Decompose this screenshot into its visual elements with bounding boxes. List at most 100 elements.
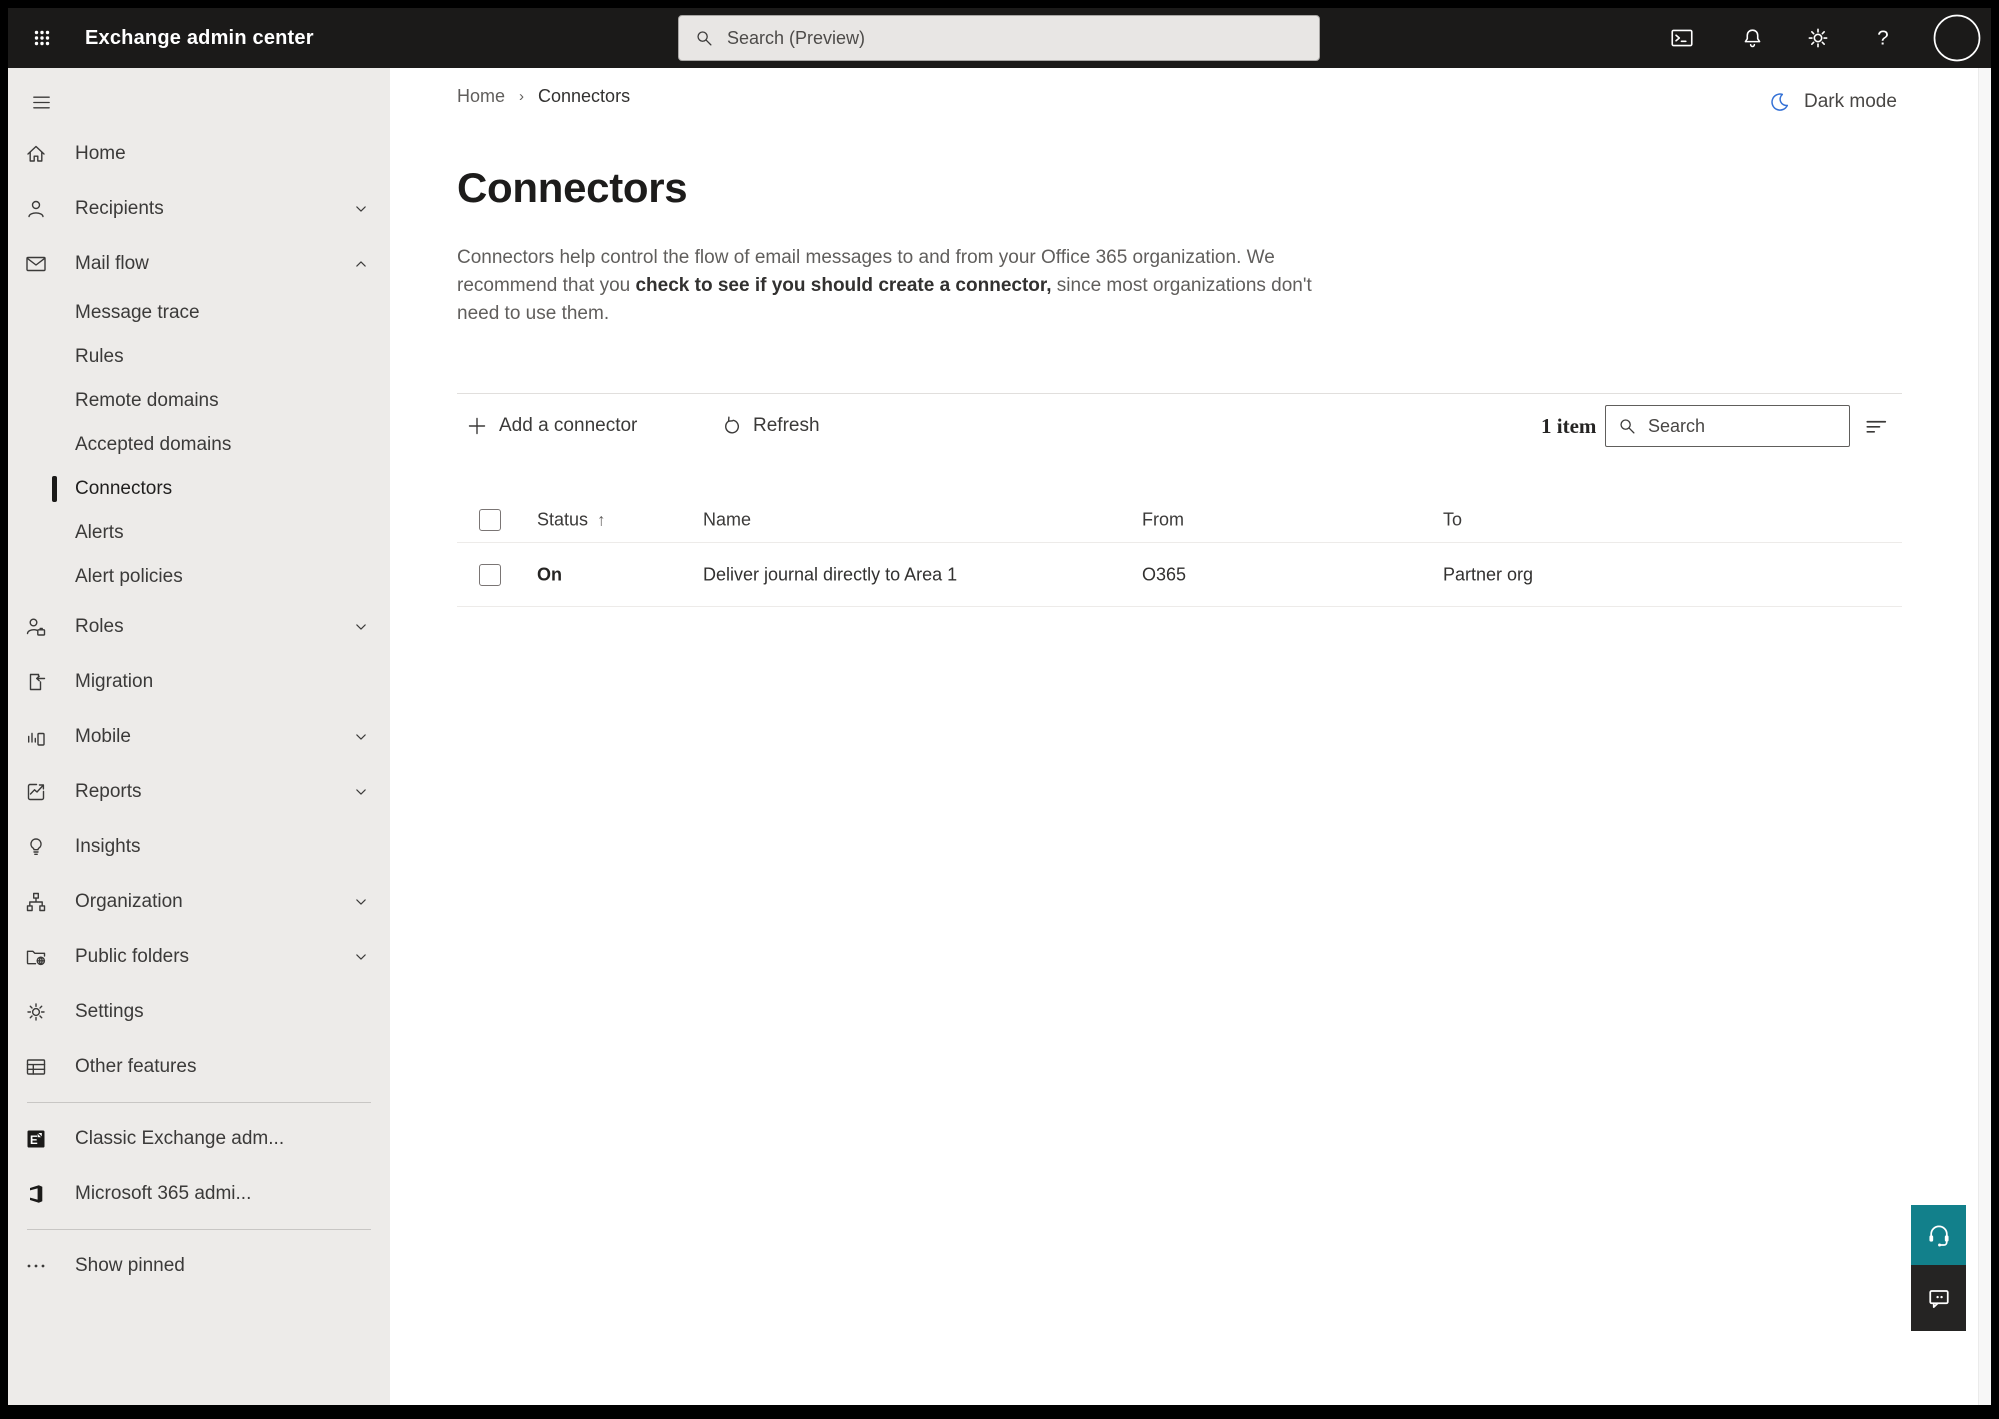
sidebar-item-classic-exchange-adm[interactable]: E Classic Exchange adm... bbox=[8, 1111, 390, 1166]
sidebar-item-rules[interactable]: Rules bbox=[8, 335, 390, 379]
row-status: On bbox=[537, 564, 562, 584]
reports-icon bbox=[24, 780, 48, 804]
breadcrumb-home-link[interactable]: Home bbox=[457, 86, 505, 107]
connectors-table: Status ↑ Name From To On Deliver journal d… bbox=[457, 497, 1902, 607]
office-logo-icon bbox=[24, 1182, 48, 1206]
column-header-status[interactable]: Status ↑ bbox=[537, 509, 606, 530]
feedback-button[interactable] bbox=[1911, 1265, 1966, 1331]
notifications-button[interactable] bbox=[1730, 16, 1774, 60]
table-row[interactable]: On Deliver journal directly to Area 1 O365… bbox=[457, 543, 1902, 607]
question-icon: ? bbox=[1870, 25, 1896, 51]
sidebar-item-home[interactable]: Home bbox=[8, 126, 390, 181]
org-chart-icon bbox=[24, 890, 48, 914]
column-header-name[interactable]: Name bbox=[703, 509, 751, 530]
exchange-admin-window: Exchange admin center Search (Preview) ?… bbox=[0, 0, 1999, 1419]
column-header-from[interactable]: From bbox=[1142, 509, 1184, 530]
sidebar-item-label: Other features bbox=[75, 1055, 197, 1077]
sidebar-item-label: Recipients bbox=[75, 197, 164, 219]
sidebar-item-alert-policies[interactable]: Alert policies bbox=[8, 555, 390, 599]
sidebar-item-show-pinned[interactable]: Show pinned bbox=[8, 1238, 390, 1293]
sidebar-item-label: Public folders bbox=[75, 945, 190, 967]
row-from: O365 bbox=[1142, 564, 1187, 584]
sidebar-item-connectors[interactable]: Connectors bbox=[8, 467, 390, 511]
sidebar-item-label: Connectors bbox=[75, 478, 173, 499]
sidebar-divider bbox=[27, 1102, 371, 1103]
ellipsis-icon bbox=[24, 1254, 48, 1278]
column-header-to[interactable]: To bbox=[1443, 509, 1462, 530]
description-link-text[interactable]: check to see if you should create a conn… bbox=[635, 275, 1051, 296]
sidebar-item-message-trace[interactable]: Message trace bbox=[8, 291, 390, 335]
support-button[interactable] bbox=[1911, 1205, 1966, 1265]
sidebar-item-settings[interactable]: Settings bbox=[8, 984, 390, 1039]
sidebar-item-label: Roles bbox=[75, 615, 124, 637]
scrollbar-track[interactable] bbox=[1978, 68, 1991, 1405]
table-header-row: Status ↑ Name From To bbox=[457, 497, 1902, 543]
dark-mode-toggle[interactable]: Dark mode bbox=[1768, 90, 1897, 114]
sidebar-item-roles[interactable]: Roles bbox=[8, 599, 390, 654]
sidebar-item-label: Home bbox=[75, 142, 126, 164]
sidebar-item-reports[interactable]: Reports bbox=[8, 764, 390, 819]
sidebar-item-mobile[interactable]: Mobile bbox=[8, 709, 390, 764]
exchange-logo-icon: E bbox=[24, 1127, 48, 1151]
sidebar-item-microsoft-365-admi[interactable]: Microsoft 365 admi... bbox=[8, 1166, 390, 1221]
gear-icon bbox=[24, 1000, 48, 1024]
list-search-input[interactable]: Search bbox=[1605, 405, 1850, 447]
bell-icon bbox=[1740, 26, 1765, 51]
migration-icon bbox=[24, 670, 48, 694]
sidebar-item-label: Insights bbox=[75, 835, 141, 857]
sidebar-divider bbox=[27, 1229, 371, 1230]
sidebar-item-label: Alert policies bbox=[75, 566, 183, 587]
chevron-down-icon bbox=[349, 890, 373, 914]
gear-icon bbox=[1805, 25, 1831, 51]
chat-bubble-icon bbox=[1925, 1284, 1953, 1312]
sidebar-item-label: Migration bbox=[75, 670, 154, 692]
app-title: Exchange admin center bbox=[85, 26, 314, 49]
filter-button[interactable] bbox=[1860, 411, 1892, 443]
search-icon bbox=[693, 27, 715, 49]
left-navigation: Home Recipients Mail flow Message trace Rule… bbox=[8, 68, 390, 1405]
sidebar-item-label: Show pinned bbox=[75, 1254, 185, 1276]
global-search-input[interactable]: Search (Preview) bbox=[678, 15, 1320, 61]
sidebar-item-remote-domains[interactable]: Remote domains bbox=[8, 379, 390, 423]
refresh-icon bbox=[719, 414, 743, 438]
help-button[interactable]: ? bbox=[1861, 16, 1905, 60]
powershell-button[interactable] bbox=[1660, 16, 1704, 60]
select-all-checkbox[interactable] bbox=[479, 508, 501, 531]
settings-button[interactable] bbox=[1796, 16, 1840, 60]
refresh-button[interactable]: Refresh bbox=[719, 403, 820, 449]
sidebar-item-label: Accepted domains bbox=[75, 434, 232, 455]
sidebar-item-label: Classic Exchange adm... bbox=[75, 1127, 285, 1149]
nav-collapse-button[interactable] bbox=[19, 80, 63, 124]
sidebar-item-organization[interactable]: Organization bbox=[8, 874, 390, 929]
sidebar-item-mail-flow[interactable]: Mail flow bbox=[8, 236, 390, 291]
sidebar-item-insights[interactable]: Insights bbox=[8, 819, 390, 874]
sidebar-item-other-features[interactable]: Other features bbox=[8, 1039, 390, 1094]
add-connector-button[interactable]: Add a connector bbox=[465, 403, 637, 449]
sidebar-item-alerts[interactable]: Alerts bbox=[8, 511, 390, 555]
row-name[interactable]: Deliver journal directly to Area 1 bbox=[703, 564, 957, 585]
row-checkbox[interactable] bbox=[479, 563, 501, 586]
table-icon bbox=[24, 1055, 48, 1079]
mail-icon bbox=[24, 252, 48, 276]
svg-text:E: E bbox=[30, 1134, 38, 1146]
sort-ascending-icon: ↑ bbox=[597, 510, 606, 529]
sidebar-item-label: Mail flow bbox=[75, 252, 149, 274]
account-button[interactable] bbox=[1931, 12, 1983, 64]
app-launcher-icon[interactable] bbox=[20, 16, 64, 60]
page-description: Connectors help control the flow of emai… bbox=[457, 244, 1323, 328]
sidebar-item-label: Message trace bbox=[75, 302, 200, 323]
sidebar-item-accepted-domains[interactable]: Accepted domains bbox=[8, 423, 390, 467]
breadcrumb-current: Connectors bbox=[538, 86, 631, 106]
global-search-placeholder: Search (Preview) bbox=[727, 27, 866, 48]
sidebar-item-label: Organization bbox=[75, 890, 183, 912]
connectors-page: Home › Connectors Dark mode Connectors C… bbox=[457, 68, 1902, 1405]
sidebar-item-recipients[interactable]: Recipients bbox=[8, 181, 390, 236]
sidebar-item-public-folders[interactable]: Public folders bbox=[8, 929, 390, 984]
item-count: 1 item bbox=[1541, 413, 1597, 438]
chevron-down-icon bbox=[349, 945, 373, 969]
sidebar-item-migration[interactable]: Migration bbox=[8, 654, 390, 709]
sidebar-item-label: Microsoft 365 admi... bbox=[75, 1182, 252, 1204]
breadcrumb: Home › Connectors bbox=[457, 86, 630, 107]
hamburger-icon bbox=[30, 91, 53, 114]
page-title: Connectors bbox=[457, 164, 688, 211]
